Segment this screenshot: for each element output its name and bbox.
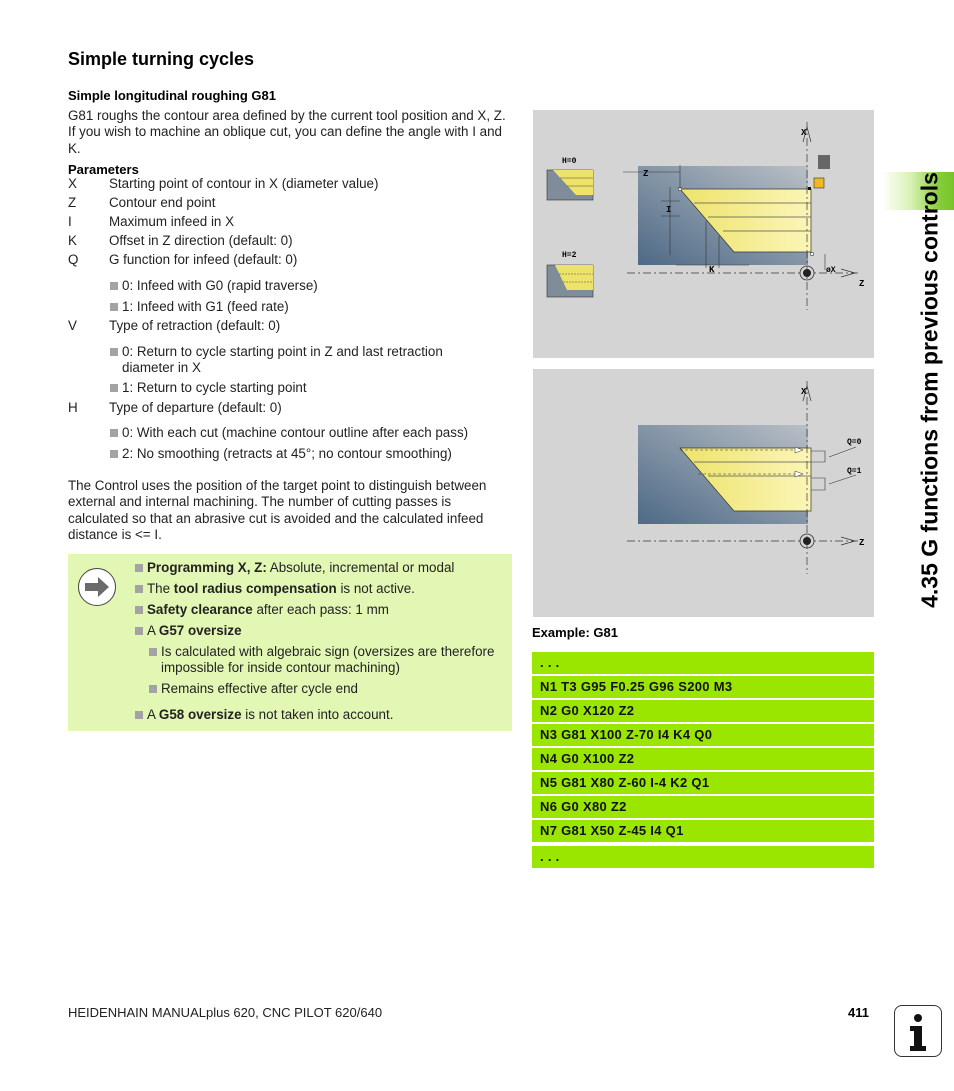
- x-axis-label: X: [801, 128, 807, 138]
- note-item: Safety clearance after each pass: 1 mm: [135, 602, 505, 618]
- code-line: N6 G0 X80 Z2: [532, 796, 874, 818]
- z-axis-label: Z: [859, 538, 864, 548]
- z-dim-label: Z: [643, 169, 648, 179]
- bullet-icon: [110, 348, 118, 356]
- q-option-1: 1: Infeed with G1 (feed rate): [110, 299, 510, 315]
- section-title: Simple turning cycles: [68, 49, 255, 69]
- param-x: X Starting point of contour in X (diamete…: [68, 176, 379, 191]
- param-i: I Maximum infeed in X: [68, 214, 235, 229]
- subsection-title: Simple longitudinal roughing G81: [68, 88, 276, 103]
- bullet-icon: [149, 685, 157, 693]
- note-list: Programming X, Z: Absolute, incremental …: [135, 560, 505, 728]
- param-q: QG function for infeed (default: 0): [68, 252, 298, 267]
- bullet-icon: [110, 450, 118, 458]
- q-option-0: 0: Infeed with G0 (rapid traverse): [110, 278, 510, 294]
- parameters-title: Parameters: [68, 162, 139, 177]
- figure-infeed-q: X Z Q=0 Q=1: [533, 369, 874, 617]
- code-line: N7 G81 X50 Z-45 I4 Q1: [532, 820, 874, 842]
- param-z: Z Contour end point: [68, 195, 216, 210]
- note-subitem: Is calculated with algebraic sign (overs…: [149, 644, 505, 676]
- intro-text: G81 roughs the contour area defined by t…: [68, 108, 506, 156]
- code-line: N2 G0 X120 Z2: [532, 700, 874, 722]
- code-line: N1 T3 G95 F0.25 G96 S200 M3: [532, 676, 874, 698]
- h0-label: H=0: [562, 157, 577, 166]
- example-title: Example: G81: [532, 625, 618, 640]
- note-item: The tool radius compensation is not acti…: [135, 581, 505, 597]
- page-number: 411: [848, 1005, 869, 1020]
- k-dim-label: K: [709, 265, 715, 275]
- z-axis-label: Z: [859, 279, 864, 289]
- chapter-title: 4.35 G functions from previous controls: [916, 172, 943, 608]
- bullet-icon: [149, 648, 157, 656]
- note-item: A G58 oversize is not taken into account…: [135, 707, 505, 723]
- bullet-icon: [110, 384, 118, 392]
- note-item: Programming X, Z: Absolute, incremental …: [135, 560, 505, 576]
- footer-text: HEIDENHAIN MANUALplus 620, CNC PILOT 620…: [68, 1005, 383, 1020]
- bullet-icon: [110, 429, 118, 437]
- param-v: V Type of retraction (default: 0): [68, 318, 281, 333]
- h-option-2: 2: No smoothing (retracts at 45°; no con…: [110, 446, 510, 462]
- bullet-icon: [135, 711, 143, 719]
- bullet-icon: [135, 585, 143, 593]
- param-h: H Type of departure (default: 0): [68, 400, 282, 415]
- x-axis-label: X: [801, 387, 807, 397]
- arrow-right-icon: [78, 568, 116, 606]
- bullet-icon: [135, 606, 143, 614]
- v-option-0: 0: Return to cycle starting point in Z a…: [110, 344, 497, 376]
- v-option-1: 1: Return to cycle starting point: [110, 380, 510, 396]
- code-line: N3 G81 X100 Z-70 I4 K4 Q0: [532, 724, 874, 746]
- bullet-icon: [110, 282, 118, 290]
- bullet-icon: [110, 303, 118, 311]
- param-k: K Offset in Z direction (default: 0): [68, 233, 293, 248]
- q0-label: Q=0: [847, 438, 862, 447]
- tool-holder: [818, 155, 830, 169]
- note-box: Programming X, Z: Absolute, incremental …: [68, 554, 512, 731]
- code-line: N5 G81 X80 Z-60 I-4 K2 Q1: [532, 772, 874, 794]
- body-paragraph: The Control uses the position of the tar…: [68, 478, 487, 542]
- dia-x-label: øX: [826, 266, 836, 275]
- h-option-0: 0: With each cut (machine contour outlin…: [110, 425, 510, 441]
- code-line: . . .: [532, 846, 874, 868]
- info-icon: [894, 1005, 942, 1057]
- q1-label: Q=1: [847, 467, 862, 476]
- code-line: N4 G0 X100 Z2: [532, 748, 874, 770]
- tool-insert: [813, 177, 825, 189]
- h2-label: H=2: [562, 251, 577, 260]
- note-subitem: Remains effective after cycle end: [149, 681, 505, 697]
- figure-roughing-g81: X Z Z I K øX H=0 H=2: [533, 110, 874, 358]
- i-dim-label: I: [666, 205, 671, 215]
- note-item: A G57 oversize: [135, 623, 505, 639]
- bullet-icon: [135, 564, 143, 572]
- code-line: . . .: [532, 652, 874, 674]
- bullet-icon: [135, 627, 143, 635]
